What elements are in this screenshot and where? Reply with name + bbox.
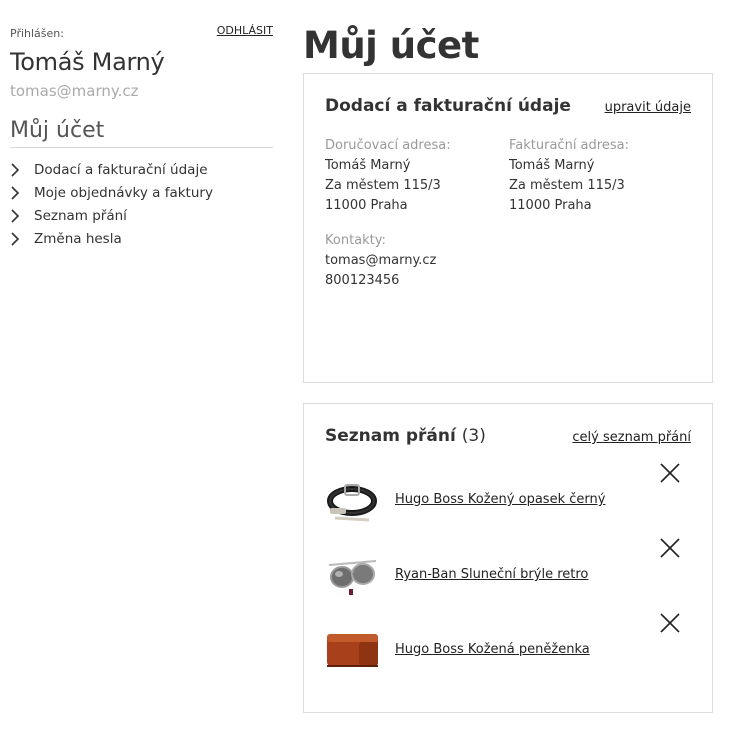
sunglasses-image[interactable]: [325, 547, 380, 602]
sidebar-item-label: Seznam přání: [34, 207, 127, 224]
sidebar-section-title: Můj účet: [10, 118, 273, 148]
contacts-label: Kontakty:: [325, 233, 386, 248]
close-icon[interactable]: [659, 612, 681, 634]
close-icon[interactable]: [659, 462, 681, 484]
sidebar-item-password[interactable]: Změna hesla: [10, 227, 273, 250]
sidebar-item-billing[interactable]: Dodací a fakturační údaje: [10, 158, 273, 181]
sidebar-item-orders[interactable]: Moje objednávky a faktury: [10, 181, 273, 204]
sidebar-nav: Dodací a fakturační údaje Moje objednávk…: [10, 158, 273, 250]
billing-panel-title: Dodací a fakturační údaje: [325, 96, 571, 116]
logout-link[interactable]: ODHLÁSIT: [217, 24, 273, 37]
logged-in-label: Přihlášen:: [10, 27, 64, 40]
chevron-right-icon: [10, 185, 26, 200]
list-item: Ryan-Ban Sluneční brýle retro: [325, 537, 691, 612]
wishlist-item-link[interactable]: Ryan-Ban Sluneční brýle retro: [395, 567, 588, 582]
invoice-city: 11000 Praha: [509, 198, 592, 213]
address-grid: Doručovací adresa: Tomáš Marný Za městem…: [325, 136, 693, 216]
wishlist-panel: Seznam přání (3) celý seznam přání Hugo …: [303, 403, 713, 713]
delivery-city: 11000 Praha: [325, 198, 408, 213]
invoice-address: Fakturační adresa: Tomáš Marný Za městem…: [509, 136, 693, 216]
sidebar-item-label: Dodací a fakturační údaje: [34, 161, 208, 178]
delivery-address: Doručovací adresa: Tomáš Marný Za městem…: [325, 136, 509, 216]
delivery-address-label: Doručovací adresa:: [325, 138, 451, 153]
list-item: Hugo Boss Kožená peněženka: [325, 612, 691, 687]
wishlist-item-link[interactable]: Hugo Boss Kožený opasek černý: [395, 492, 605, 507]
invoice-address-label: Fakturační adresa:: [509, 138, 629, 153]
contact-email: tomas@marny.cz: [325, 253, 437, 268]
contact-phone: 800123456: [325, 273, 400, 288]
invoice-street: Za městem 115/3: [509, 178, 625, 193]
list-item: Hugo Boss Kožený opasek černý: [325, 462, 691, 537]
belt-image[interactable]: [325, 472, 380, 527]
billing-panel-header: Dodací a fakturační údaje upravit údaje: [325, 96, 691, 116]
wishlist-items: Hugo Boss Kožený opasek černý Ryan-Ban S…: [325, 462, 691, 687]
user-name: Tomáš Marný: [10, 48, 165, 76]
chevron-right-icon: [10, 162, 26, 177]
chevron-right-icon: [10, 208, 26, 223]
wishlist-title-text: Seznam přání: [325, 426, 456, 446]
page-title: Můj účet: [303, 24, 479, 67]
contacts-block: Kontakty: tomas@marny.cz 800123456: [325, 231, 436, 291]
edit-details-link[interactable]: upravit údaje: [605, 100, 691, 115]
sidebar-item-wishlist[interactable]: Seznam přání: [10, 204, 273, 227]
logged-in-row: Přihlášen: ODHLÁSIT: [10, 24, 273, 40]
sidebar-item-label: Změna hesla: [34, 230, 122, 247]
sidebar-item-label: Moje objednávky a faktury: [34, 184, 213, 201]
close-icon[interactable]: [659, 537, 681, 559]
invoice-name: Tomáš Marný: [509, 158, 595, 173]
account-sidebar: Přihlášen: ODHLÁSIT Tomáš Marný tomas@ma…: [10, 24, 273, 250]
wishlist-count: (3): [461, 426, 486, 446]
wishlist-panel-title: Seznam přání (3): [325, 426, 486, 446]
wallet-image[interactable]: [325, 622, 380, 677]
delivery-street: Za městem 115/3: [325, 178, 441, 193]
full-wishlist-link[interactable]: celý seznam přání: [572, 430, 691, 445]
chevron-right-icon: [10, 231, 26, 246]
wishlist-item-link[interactable]: Hugo Boss Kožená peněženka: [395, 642, 590, 657]
wishlist-panel-header: Seznam přání (3) celý seznam přání: [325, 426, 691, 446]
delivery-name: Tomáš Marný: [325, 158, 411, 173]
user-email: tomas@marny.cz: [10, 82, 139, 100]
billing-panel: Dodací a fakturační údaje upravit údaje …: [303, 73, 713, 383]
